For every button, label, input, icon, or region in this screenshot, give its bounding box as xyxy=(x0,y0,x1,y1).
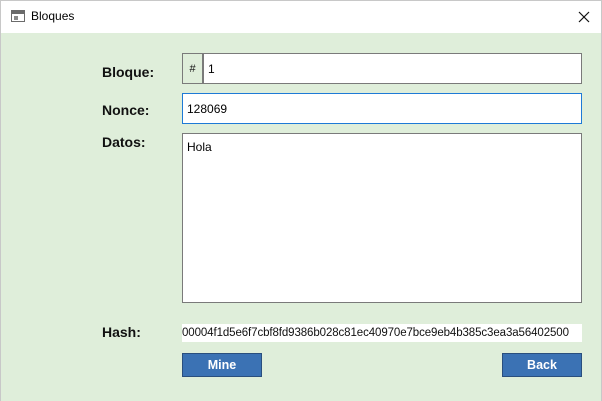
hash-value: 00004f1d5e6f7cbf8fd9386b028c81ec40970e7b… xyxy=(182,324,582,342)
bloque-input[interactable] xyxy=(203,53,582,84)
mine-button[interactable]: Mine xyxy=(182,353,262,377)
datos-label: Datos: xyxy=(102,134,146,150)
app-window: Bloques Bloque: # Nonce: Datos: Hash: 00… xyxy=(0,0,602,401)
app-window-icon xyxy=(11,10,25,22)
hash-label: Hash: xyxy=(102,324,141,340)
back-button[interactable]: Back xyxy=(502,353,582,377)
form-panel: Bloque: # Nonce: Datos: Hash: 00004f1d5e… xyxy=(1,33,601,401)
nonce-label: Nonce: xyxy=(102,102,150,118)
close-button[interactable] xyxy=(567,1,601,33)
bloque-label: Bloque: xyxy=(102,64,155,80)
datos-textarea[interactable] xyxy=(182,133,582,303)
window-title: Bloques xyxy=(31,9,75,23)
close-icon xyxy=(578,11,590,23)
bloque-number-prefix: # xyxy=(182,53,203,84)
nonce-input[interactable] xyxy=(182,93,582,124)
title-bar[interactable]: Bloques xyxy=(1,1,601,33)
